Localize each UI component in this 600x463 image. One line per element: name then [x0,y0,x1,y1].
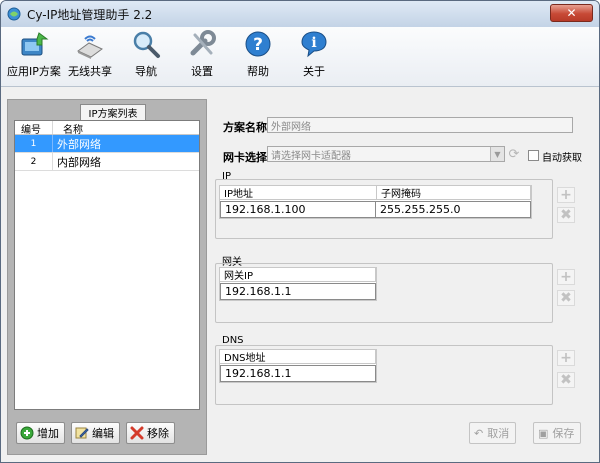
help-button[interactable]: ? 帮助 [229,27,287,83]
table-row: 192.168.1.1 [220,282,376,300]
cancel-button[interactable]: ↶ 取消 [469,422,517,444]
ip-grid: IP地址 子网掩码 192.168.1.100 255.255.255.0 [219,185,532,219]
dns-column-header[interactable]: DNS地址 [220,350,376,364]
ip-remove-row-button[interactable]: ✖ [557,207,575,223]
gateway-grid: 网关IP 192.168.1.1 [219,267,377,301]
list-item-id: 2 [15,153,53,170]
adapter-label: 网卡选择 [223,151,267,164]
scheme-list-panel: IP方案列表 编号 名称 1 外部网络 2 内部网络 增加 编辑 移除 [7,99,207,455]
remove-row-icon: ✖ [560,290,572,306]
app-window: Cy-IP地址管理助手 2.2 ✕ 应用IP方案 无线共享 导航 设置 ? 帮助… [0,0,600,463]
wireless-share-label: 无线共享 [68,65,112,78]
settings-label: 设置 [191,65,213,78]
ip-add-row-button[interactable]: + [557,187,575,203]
save-button-label: 保存 [552,427,575,440]
edit-icon [75,427,89,439]
mask-column-header[interactable]: 子网掩码 [377,186,531,200]
column-header-name[interactable]: 名称 [53,121,83,136]
refresh-icon[interactable]: ⟳ [505,146,523,162]
navigation-button[interactable]: 导航 [117,27,175,83]
list-item-id: 1 [15,135,53,152]
svg-text:i: i [311,35,316,51]
scheme-name-label: 方案名称 [223,121,267,134]
dns-grid: DNS地址 192.168.1.1 [219,349,377,383]
list-item-name: 内部网络 [57,155,101,169]
app-logo-icon [7,7,21,21]
column-header-id[interactable]: 编号 [15,121,53,136]
dns-add-row-button[interactable]: + [557,350,575,366]
gateway-remove-row-button[interactable]: ✖ [557,290,575,306]
scheme-list-buttons: 增加 编辑 移除 [16,422,175,444]
title-bar: Cy-IP地址管理助手 2.2 ✕ [1,1,599,27]
dns-remove-row-button[interactable]: ✖ [557,372,575,388]
scheme-detail-panel: 方案名称 外部网络 网卡选择 请选择网卡适配器 ▼ ⟳ 自动获取 IP IP地址… [213,99,593,455]
help-label: 帮助 [247,65,269,78]
adapter-select-value: 请选择网卡适配器 [271,150,351,162]
plus-icon: + [560,350,572,366]
auto-obtain-label: 自动获取 [542,153,582,164]
apply-ip-button[interactable]: 应用IP方案 [5,27,63,83]
toolbar: 应用IP方案 无线共享 导航 设置 ? 帮助 i 关于 [1,27,599,87]
about-icon: i [301,31,327,58]
gateway-ip-cell[interactable]: 192.168.1.1 [220,283,376,300]
help-icon: ? [245,31,271,57]
gateway-add-row-button[interactable]: + [557,269,575,285]
remove-button[interactable]: 移除 [126,422,175,444]
plus-icon: + [560,269,572,285]
save-icon: ▣ [538,426,549,440]
scheme-list[interactable]: 编号 名称 1 外部网络 2 内部网络 [14,120,200,410]
settings-icon [190,30,216,56]
apply-ip-label: 应用IP方案 [7,65,61,78]
apply-ip-icon [21,32,49,56]
add-button-label: 增加 [37,427,59,440]
remove-row-icon: ✖ [560,372,572,388]
plus-icon: + [560,187,572,203]
close-icon: ✕ [566,6,577,20]
list-item[interactable]: 1 外部网络 [15,135,199,153]
adapter-select[interactable]: 请选择网卡适配器 [267,146,505,162]
about-label: 关于 [303,65,325,78]
scheme-name-input[interactable]: 外部网络 [267,117,573,133]
svg-text:?: ? [253,35,263,55]
close-button[interactable]: ✕ [550,4,593,22]
window-title: Cy-IP地址管理助手 2.2 [27,7,153,22]
scheme-list-header: 编号 名称 [15,121,199,136]
list-item-name: 外部网络 [57,137,101,151]
wireless-share-button[interactable]: 无线共享 [61,27,119,83]
ip-address-cell[interactable]: 192.168.1.100 [220,201,376,218]
table-row: 192.168.1.1 [220,364,376,382]
dns-address-cell[interactable]: 192.168.1.1 [220,365,376,382]
edit-button[interactable]: 编辑 [71,422,120,444]
save-button[interactable]: ▣ 保存 [533,422,582,444]
chevron-down-icon[interactable]: ▼ [490,147,504,161]
add-icon [20,426,34,440]
remove-row-icon: ✖ [560,207,572,223]
navigation-label: 导航 [135,65,157,78]
cancel-button-label: 取消 [487,427,510,440]
settings-button[interactable]: 设置 [173,27,231,83]
add-button[interactable]: 增加 [16,422,65,444]
navigation-icon [133,31,160,58]
list-item[interactable]: 2 内部网络 [15,153,199,171]
undo-icon: ↶ [474,426,484,440]
about-button[interactable]: i 关于 [285,27,343,83]
auto-obtain-checkbox[interactable] [528,150,539,161]
subnet-mask-cell[interactable]: 255.255.255.0 [375,201,531,218]
ip-column-header[interactable]: IP地址 [220,186,377,200]
table-row: 192.168.1.100 255.255.255.0 [220,200,531,218]
scheme-list-tab: IP方案列表 [80,104,146,120]
edit-button-label: 编辑 [92,427,114,440]
remove-icon [130,426,144,440]
remove-button-label: 移除 [147,427,169,440]
wireless-share-icon [77,35,103,59]
gateway-column-header[interactable]: 网关IP [220,268,376,282]
